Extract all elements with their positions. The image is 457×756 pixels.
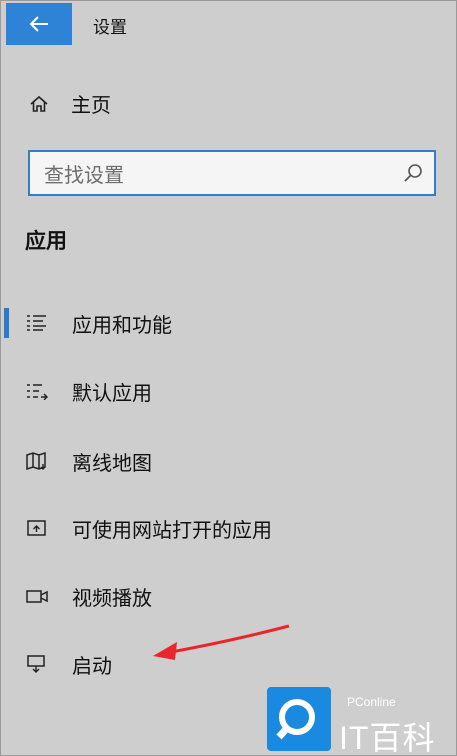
window-title: 设置 xyxy=(93,18,127,38)
nav-label: 应用和功能 xyxy=(72,313,172,337)
offline-maps-icon xyxy=(26,452,46,470)
home-label: 主页 xyxy=(71,93,111,117)
default-apps-icon xyxy=(27,384,48,400)
watermark: PConline IT百科 xyxy=(263,687,453,756)
watermark-big-text: IT百科 xyxy=(339,720,436,756)
nav-item-video-playback[interactable]: 视频播放 xyxy=(1,576,421,616)
nav-item-default-apps[interactable]: 默认应用 xyxy=(1,371,421,411)
nav-label: 启动 xyxy=(72,654,112,678)
startup-icon xyxy=(27,655,45,673)
nav-label: 离线地图 xyxy=(72,451,152,475)
apps-features-icon xyxy=(27,315,46,331)
settings-window: 设置 主页 查找设置 应用 应用和功能 默认应用 离线地图 可使用网站打开的应用… xyxy=(0,0,457,756)
search-input[interactable]: 查找设置 xyxy=(28,150,436,196)
video-playback-icon xyxy=(26,590,48,603)
search-placeholder: 查找设置 xyxy=(44,162,124,187)
nav-item-apps-features[interactable]: 应用和功能 xyxy=(1,303,421,343)
nav-label: 视频播放 xyxy=(72,586,152,610)
arrow-left-icon xyxy=(29,16,48,32)
home-icon xyxy=(30,95,48,112)
section-title: 应用 xyxy=(25,229,67,253)
apps-for-websites-icon xyxy=(27,520,46,536)
back-button[interactable] xyxy=(6,3,72,45)
annotation-arrow xyxy=(153,624,290,660)
home-link[interactable]: 主页 xyxy=(29,89,111,118)
nav-label: 默认应用 xyxy=(72,381,152,405)
search-icon[interactable] xyxy=(402,162,424,184)
selection-indicator xyxy=(4,308,9,338)
nav-label: 可使用网站打开的应用 xyxy=(72,518,272,542)
nav-item-offline-maps[interactable]: 离线地图 xyxy=(1,441,421,481)
watermark-small-text: PConline xyxy=(347,695,396,709)
nav-item-apps-for-websites[interactable]: 可使用网站打开的应用 xyxy=(1,508,421,548)
